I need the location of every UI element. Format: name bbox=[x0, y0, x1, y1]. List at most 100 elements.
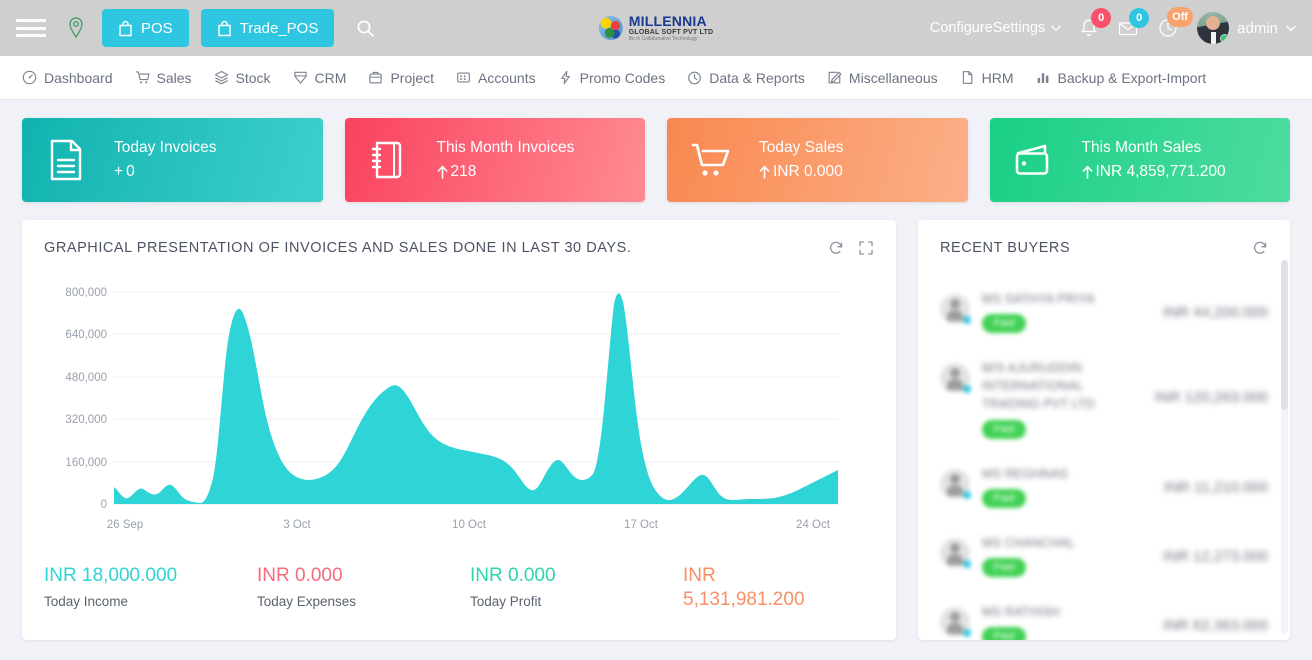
chart-panel-header: GRAPHICAL PRESENTATION OF INVOICES AND S… bbox=[22, 220, 896, 256]
notifications-button[interactable]: 0 bbox=[1079, 8, 1112, 39]
svg-text:0: 0 bbox=[101, 499, 107, 511]
nav-item-project[interactable]: Project bbox=[357, 56, 445, 100]
nav-label: Data & Reports bbox=[709, 69, 805, 86]
stat-label: Today Profit bbox=[470, 593, 542, 609]
briefcase-icon bbox=[369, 71, 383, 84]
buyers-scrollbar-track[interactable] bbox=[1281, 260, 1288, 634]
cart-icon bbox=[689, 138, 733, 182]
online-status-dot bbox=[963, 316, 971, 324]
stat-value: INR 18,000.000 bbox=[44, 565, 178, 586]
list-item[interactable]: MS RATHISH Paid INR 62,363.000 bbox=[940, 591, 1268, 640]
status-badge: Paid bbox=[982, 626, 1026, 640]
stat-today-income: INR 18,000.000 Today Income bbox=[44, 564, 257, 612]
arrow-up-icon bbox=[437, 165, 447, 179]
stat-today-expenses: INR 0.000 Today Expenses bbox=[257, 564, 470, 612]
attendance-status-badge: Off bbox=[1167, 7, 1194, 27]
cart-icon bbox=[135, 71, 150, 84]
book-icon bbox=[367, 138, 411, 182]
user-menu-label: admin bbox=[1237, 19, 1278, 37]
svg-text:3 Oct: 3 Oct bbox=[283, 519, 311, 531]
kpi-card-this-month-sales[interactable]: This Month Sales INR 4,859,771.200 bbox=[989, 118, 1290, 202]
stat-fourth: INR 5,131,981.200 bbox=[683, 564, 896, 612]
logo-line-2: GLOBAL SOFT PVT LTD bbox=[628, 29, 714, 36]
kpi-title: This Month Invoices bbox=[436, 139, 575, 156]
app-logo: MILLENNIA GLOBAL SOFT PVT LTD Be in Coll… bbox=[598, 14, 714, 42]
online-status-dot bbox=[963, 490, 971, 499]
recent-buyers-title: RECENT BUYERS bbox=[940, 240, 1071, 256]
list-item[interactable]: MS SATHYA PRIYA Paid INR 44,200.000 bbox=[940, 278, 1268, 347]
hamburger-icon[interactable] bbox=[16, 17, 46, 39]
location-pin-icon[interactable] bbox=[66, 16, 86, 40]
configure-settings-menu[interactable]: ConfigureSettings bbox=[930, 20, 1061, 36]
expand-icon[interactable] bbox=[858, 240, 874, 256]
nav-label: Project bbox=[390, 69, 435, 86]
nav-item-promo-codes[interactable]: Promo Codes bbox=[547, 56, 677, 100]
nav-label: Accounts bbox=[478, 69, 536, 86]
buyer-amount: INR 62,363.000 bbox=[1162, 616, 1268, 634]
list-item[interactable]: M/S AJURUDDIN INTERNATIONAL TRADING PVT … bbox=[940, 347, 1268, 452]
nav-label: Backup & Export-Import bbox=[1057, 69, 1207, 86]
online-status-dot bbox=[1220, 34, 1230, 43]
chart-panel: GRAPHICAL PRESENTATION OF INVOICES AND S… bbox=[22, 220, 896, 640]
buyer-name: MS RATHISH bbox=[982, 604, 1061, 619]
trade-pos-button-label: Trade_POS bbox=[239, 19, 319, 37]
avatar bbox=[940, 537, 971, 568]
nav-item-stock[interactable]: Stock bbox=[203, 56, 282, 100]
arrow-up-icon bbox=[759, 165, 770, 179]
kpi-card-today-sales[interactable]: Today Sales INR 0.000 bbox=[667, 118, 968, 202]
nav-item-backup-export-import[interactable]: Backup & Export-Import bbox=[1025, 56, 1218, 100]
attendance-toggle-button[interactable]: Off bbox=[1157, 7, 1194, 39]
globe-icon bbox=[598, 16, 623, 40]
messages-button[interactable]: 0 bbox=[1117, 8, 1150, 39]
chart-panel-title: GRAPHICAL PRESENTATION OF INVOICES AND S… bbox=[44, 240, 632, 256]
wallet-icon bbox=[1012, 138, 1056, 182]
buyer-amount: INR 12,273.000 bbox=[1162, 547, 1268, 565]
kpi-card-today-invoices[interactable]: Today Invoices + 0 bbox=[22, 118, 323, 202]
hamburger-bar bbox=[16, 34, 46, 37]
search-icon[interactable] bbox=[356, 19, 375, 38]
nav-label: Stock bbox=[235, 69, 271, 86]
kpi-value: 218 bbox=[437, 163, 575, 181]
kpi-title: Today Sales bbox=[759, 139, 844, 156]
list-item[interactable]: MS CHANCHAL Paid INR 12,273.000 bbox=[940, 522, 1268, 591]
list-item[interactable]: MS REGHNAS Paid INR 11,210.000 bbox=[940, 453, 1268, 522]
top-bar-right: ConfigureSettings 0 0 Off admin bbox=[930, 7, 1296, 44]
kpi-card-this-month-invoices[interactable]: This Month Invoices 218 bbox=[344, 118, 645, 202]
bar-chart-icon bbox=[1037, 73, 1048, 83]
notifications-badge: 0 bbox=[1091, 8, 1112, 28]
chart-x-axis-labels: 26 Sep 3 Oct 10 Oct 17 Oct 24 Oct bbox=[107, 519, 831, 531]
nav-item-crm[interactable]: CRM bbox=[282, 56, 358, 100]
grid-icon bbox=[457, 72, 470, 83]
kpi-value: INR 4,859,771.200 bbox=[1082, 163, 1226, 181]
pos-button-label: POS bbox=[141, 19, 173, 37]
nav-item-hrm[interactable]: HRM bbox=[949, 56, 1025, 100]
trade-pos-button[interactable]: Trade_POS bbox=[200, 9, 335, 47]
buyer-name: MS CHANCHAL bbox=[982, 535, 1076, 550]
buyer-name: MS SATHYA PRIYA bbox=[982, 292, 1095, 306]
stat-value: INR 0.000 bbox=[257, 565, 343, 586]
nav-item-accounts[interactable]: Accounts bbox=[445, 56, 547, 100]
nav-item-sales[interactable]: Sales bbox=[124, 56, 203, 100]
nav-item-miscellaneous[interactable]: Miscellaneous bbox=[816, 56, 949, 100]
refresh-icon[interactable] bbox=[828, 240, 844, 256]
clock-icon bbox=[688, 71, 702, 85]
chevron-down-icon bbox=[1286, 25, 1296, 31]
svg-text:320,000: 320,000 bbox=[65, 414, 107, 426]
avatar bbox=[940, 294, 971, 324]
hamburger-bar bbox=[16, 26, 46, 30]
hamburger-bar bbox=[16, 19, 46, 22]
online-status-dot bbox=[963, 559, 971, 568]
nav-item-data-reports[interactable]: Data & Reports bbox=[676, 56, 816, 100]
recent-buyers-header: RECENT BUYERS bbox=[918, 220, 1290, 256]
nav-item-dashboard[interactable]: Dashboard bbox=[22, 56, 124, 100]
buyer-amount: INR 44,200.000 bbox=[1162, 304, 1268, 321]
pos-button[interactable]: POS bbox=[102, 9, 189, 47]
buyers-scrollbar-thumb[interactable] bbox=[1281, 260, 1288, 410]
file-icon bbox=[962, 71, 973, 84]
svg-text:800,000: 800,000 bbox=[65, 287, 107, 299]
nav-label: Promo Codes bbox=[579, 69, 666, 86]
refresh-icon[interactable] bbox=[1252, 240, 1268, 256]
kpi-trend-plus: + bbox=[114, 163, 124, 180]
user-menu[interactable]: admin bbox=[1197, 12, 1296, 44]
main-navigation: Dashboard Sales Stock CRM Project Accoun… bbox=[0, 56, 1312, 100]
